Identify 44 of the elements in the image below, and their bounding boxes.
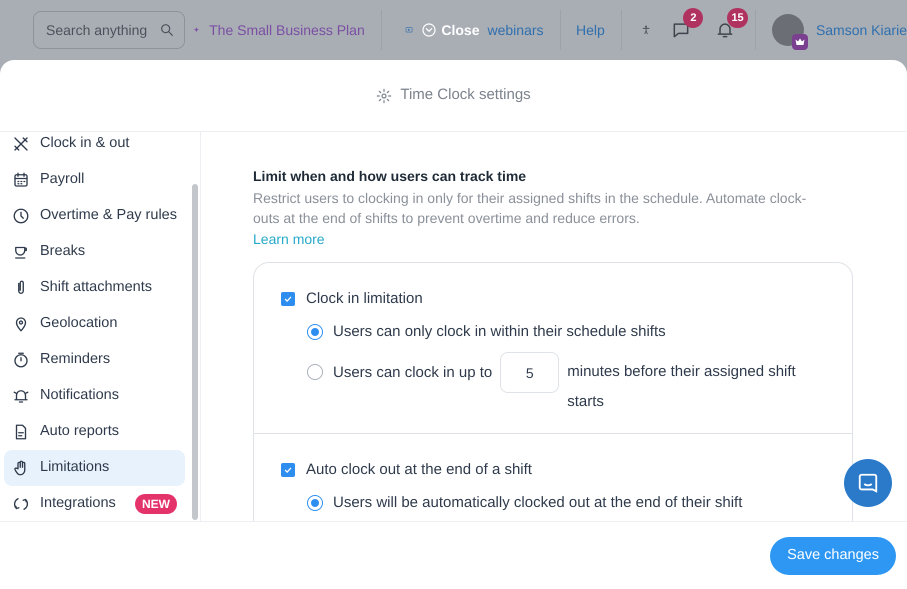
sidebar-item[interactable]: Geolocation xyxy=(4,306,185,342)
sync-icon xyxy=(12,495,30,513)
sidebar-item[interactable]: Breaks xyxy=(4,234,185,270)
chat-icon xyxy=(857,472,879,494)
checkbox[interactable] xyxy=(281,463,295,478)
sidebar-item[interactable]: Clock in & out xyxy=(4,132,185,162)
minutes-input[interactable]: 5 xyxy=(500,352,560,393)
radio-button[interactable] xyxy=(307,494,323,511)
sidebar-item[interactable]: Shift attachments xyxy=(4,270,185,306)
chat-launcher-button[interactable] xyxy=(844,459,892,507)
sidebar-item[interactable]: Limitations xyxy=(4,450,185,486)
stopwatch-icon xyxy=(12,351,30,369)
checkbox[interactable] xyxy=(281,292,295,306)
crossed-tools-icon xyxy=(12,135,30,153)
crown-icon xyxy=(792,34,808,50)
clock-icon xyxy=(12,207,30,225)
radio-label: Users will be automatically clocked out at the end of their shift xyxy=(333,492,742,512)
search-field[interactable]: Search anything xyxy=(33,11,185,49)
checkmark-icon xyxy=(283,294,293,304)
sidebar-item[interactable]: Integrations NEW xyxy=(4,486,185,521)
sidebar-item[interactable]: Auto reports xyxy=(4,414,185,450)
radio-label: Users can only clock in within their schedule shifts xyxy=(333,322,666,342)
sidebar-item[interactable]: Payroll xyxy=(4,162,185,198)
bell-icon xyxy=(12,387,30,405)
checkbox-label: Clock in limitation xyxy=(306,289,423,309)
sidebar-item[interactable]: Reminders xyxy=(4,342,185,378)
radio-button[interactable] xyxy=(307,324,323,340)
new-badge: NEW xyxy=(135,494,177,514)
chevron-icon xyxy=(421,22,438,38)
radio-label: Users can clock in up to xyxy=(333,363,492,383)
notification-count-badge: 15 xyxy=(727,8,748,28)
sidebar-item[interactable]: Notifications xyxy=(4,378,185,414)
section-heading: Limit when and how users can track time xyxy=(253,167,528,186)
checkbox-label: Auto clock out at the end of a shift xyxy=(306,460,532,480)
search-icon xyxy=(159,22,175,38)
checkmark-icon xyxy=(283,465,293,476)
settings-icon xyxy=(376,88,392,104)
section-description: Restrict users to clocking in only for their assigned shifts in the schedule. Automate clock-outs at the end of shifts to prevent overtime and reduce errors. xyxy=(253,189,808,228)
modal-title: Time Clock settings xyxy=(400,85,531,106)
message-count-badge: 2 xyxy=(683,8,704,28)
calendar-icon xyxy=(12,171,30,189)
sidebar-item[interactable]: Overtime & Pay rules xyxy=(4,198,185,234)
radio-button[interactable] xyxy=(307,364,323,380)
radio-label: minutes before their assigned shift starts xyxy=(567,362,797,412)
